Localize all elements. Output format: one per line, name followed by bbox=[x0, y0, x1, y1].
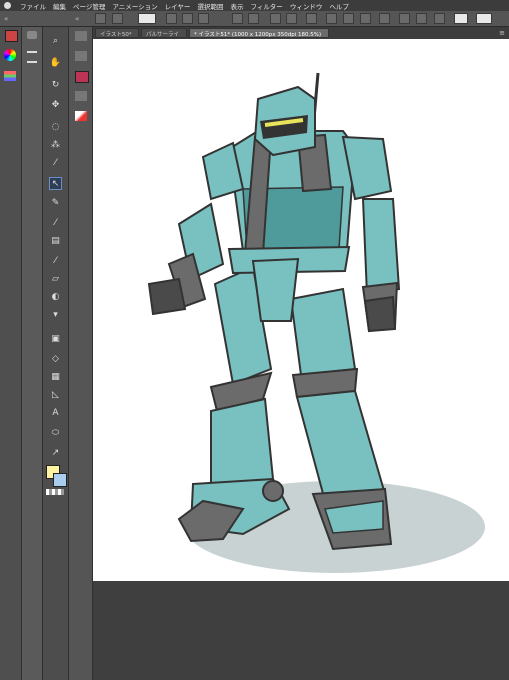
menu-filter[interactable]: フィルター bbox=[250, 1, 282, 11]
fill-selection-icon[interactable] bbox=[326, 13, 337, 24]
crop-icon[interactable] bbox=[343, 13, 354, 24]
menu-bar: ファイル 編集 ページ管理 アニメーション レイヤー 選択範囲 表示 フィルター… bbox=[0, 0, 509, 11]
save-icon[interactable] bbox=[198, 13, 209, 24]
pencil-icon[interactable]: ✎ bbox=[49, 197, 62, 210]
open-file-icon[interactable] bbox=[182, 13, 193, 24]
preview-icon[interactable] bbox=[138, 13, 156, 24]
gradient-icon[interactable]: ▣ bbox=[49, 333, 62, 346]
layout-icon[interactable] bbox=[95, 13, 106, 24]
sub-tool-palette: « bbox=[69, 15, 93, 680]
eraser-icon[interactable]: ▱ bbox=[49, 273, 62, 286]
layer-snap-icon[interactable] bbox=[416, 13, 427, 24]
menu-file[interactable]: ファイル bbox=[20, 1, 46, 11]
ruler-snap-icon[interactable] bbox=[379, 13, 390, 24]
figure-icon[interactable]: ◇ bbox=[49, 353, 62, 366]
blend-icon[interactable]: ◐ bbox=[49, 291, 62, 304]
menu-window[interactable]: ウィンドウ bbox=[290, 1, 323, 11]
drawing-canvas[interactable] bbox=[93, 39, 509, 581]
ruler-icon[interactable]: ◺ bbox=[49, 389, 62, 402]
redo-icon[interactable] bbox=[248, 13, 259, 24]
palette-subtool-icon[interactable] bbox=[75, 71, 89, 83]
settings-icon[interactable] bbox=[476, 13, 492, 24]
app-logo-icon[interactable] bbox=[4, 2, 11, 9]
fill-icon[interactable]: ▾ bbox=[49, 309, 62, 322]
menu-edit[interactable]: 編集 bbox=[53, 1, 66, 11]
frame-icon[interactable]: ▦ bbox=[49, 371, 62, 384]
head bbox=[253, 85, 316, 157]
tab-illust51[interactable]: * イラスト51* (1000 x 1200px 350dpi 180.5%) bbox=[189, 28, 329, 38]
move-icon[interactable]: ✥ bbox=[49, 99, 62, 112]
color-set-icon[interactable] bbox=[4, 71, 16, 81]
line-correction-icon[interactable]: ↗ bbox=[49, 447, 62, 460]
clear-icon[interactable] bbox=[270, 13, 281, 24]
menu-page[interactable]: ページ管理 bbox=[73, 1, 105, 11]
deselect-icon[interactable] bbox=[306, 13, 317, 24]
brush-icon[interactable]: ⁄ bbox=[49, 217, 62, 230]
sub-dock bbox=[22, 27, 43, 680]
invert-icon[interactable] bbox=[360, 13, 371, 24]
brush-subtool-icon[interactable] bbox=[75, 51, 87, 61]
transparent-color-swatch[interactable] bbox=[46, 489, 64, 495]
balloon-icon[interactable]: ⬭ bbox=[49, 427, 62, 440]
color-wheel-icon[interactable] bbox=[4, 49, 16, 61]
menu-animation[interactable]: アニメーション bbox=[112, 1, 157, 11]
tab-illust50[interactable]: イラスト50* bbox=[95, 28, 139, 38]
sub-color-swatch[interactable] bbox=[53, 473, 67, 487]
menu-view[interactable]: 表示 bbox=[230, 1, 243, 11]
pen-subtool-icon[interactable] bbox=[75, 31, 87, 41]
snap-icon[interactable] bbox=[399, 13, 410, 24]
collapse-sub-icon[interactable]: « bbox=[75, 15, 79, 23]
hand-icon[interactable]: ✋ bbox=[49, 57, 62, 70]
transform-icon[interactable] bbox=[286, 13, 297, 24]
eyedropper-icon[interactable]: ⁄ bbox=[49, 157, 62, 170]
airbrush-icon[interactable]: ▤ bbox=[49, 235, 62, 248]
pen-icon[interactable]: ↖ bbox=[49, 177, 62, 190]
canvas-icon[interactable] bbox=[112, 13, 123, 24]
menu-layer[interactable]: レイヤー bbox=[165, 1, 191, 11]
reference-icon[interactable] bbox=[434, 13, 445, 24]
lasso-icon[interactable]: ◌ bbox=[49, 121, 62, 134]
canvas-tabs: イラスト50* パルサーライ * イラスト51* (1000 x 1200px … bbox=[93, 27, 509, 39]
menu-help[interactable]: ヘルプ bbox=[329, 1, 349, 11]
tool-palette: ⌕ ✋ ↻ ✥ ◌ ⁂ ⁄ ↖ ✎ ⁄ ▤ ⁄ ▱ ◐ ▾ ▣ ◇ ▦ ◺ A … bbox=[43, 27, 69, 680]
mix-subtool-icon[interactable] bbox=[75, 91, 87, 101]
tab-menu-icon[interactable]: ≡ bbox=[499, 29, 505, 37]
auto-select-icon[interactable]: ⁂ bbox=[49, 139, 62, 152]
rotate-icon[interactable]: ↻ bbox=[49, 79, 62, 92]
tab-pulsar[interactable]: パルサーライ bbox=[141, 28, 187, 38]
zoom-icon[interactable]: ⌕ bbox=[49, 35, 62, 48]
layers-stack-icon[interactable] bbox=[27, 51, 37, 63]
collapse-left-icon[interactable]: « bbox=[4, 15, 8, 23]
left-dock: « bbox=[0, 15, 22, 680]
text-icon[interactable]: A bbox=[49, 407, 62, 420]
help-icon[interactable] bbox=[454, 13, 468, 24]
undo-icon[interactable] bbox=[232, 13, 243, 24]
navigator-icon[interactable] bbox=[27, 31, 37, 39]
decoration-icon[interactable]: ⁄ bbox=[49, 255, 62, 268]
menu-selection[interactable]: 選択範囲 bbox=[197, 1, 223, 11]
robot-illustration bbox=[147, 72, 485, 573]
stroke-subtool-icon[interactable] bbox=[75, 111, 87, 121]
right-arm bbox=[341, 135, 401, 333]
new-file-icon[interactable] bbox=[166, 13, 177, 24]
layer-panel-icon[interactable] bbox=[5, 30, 18, 42]
